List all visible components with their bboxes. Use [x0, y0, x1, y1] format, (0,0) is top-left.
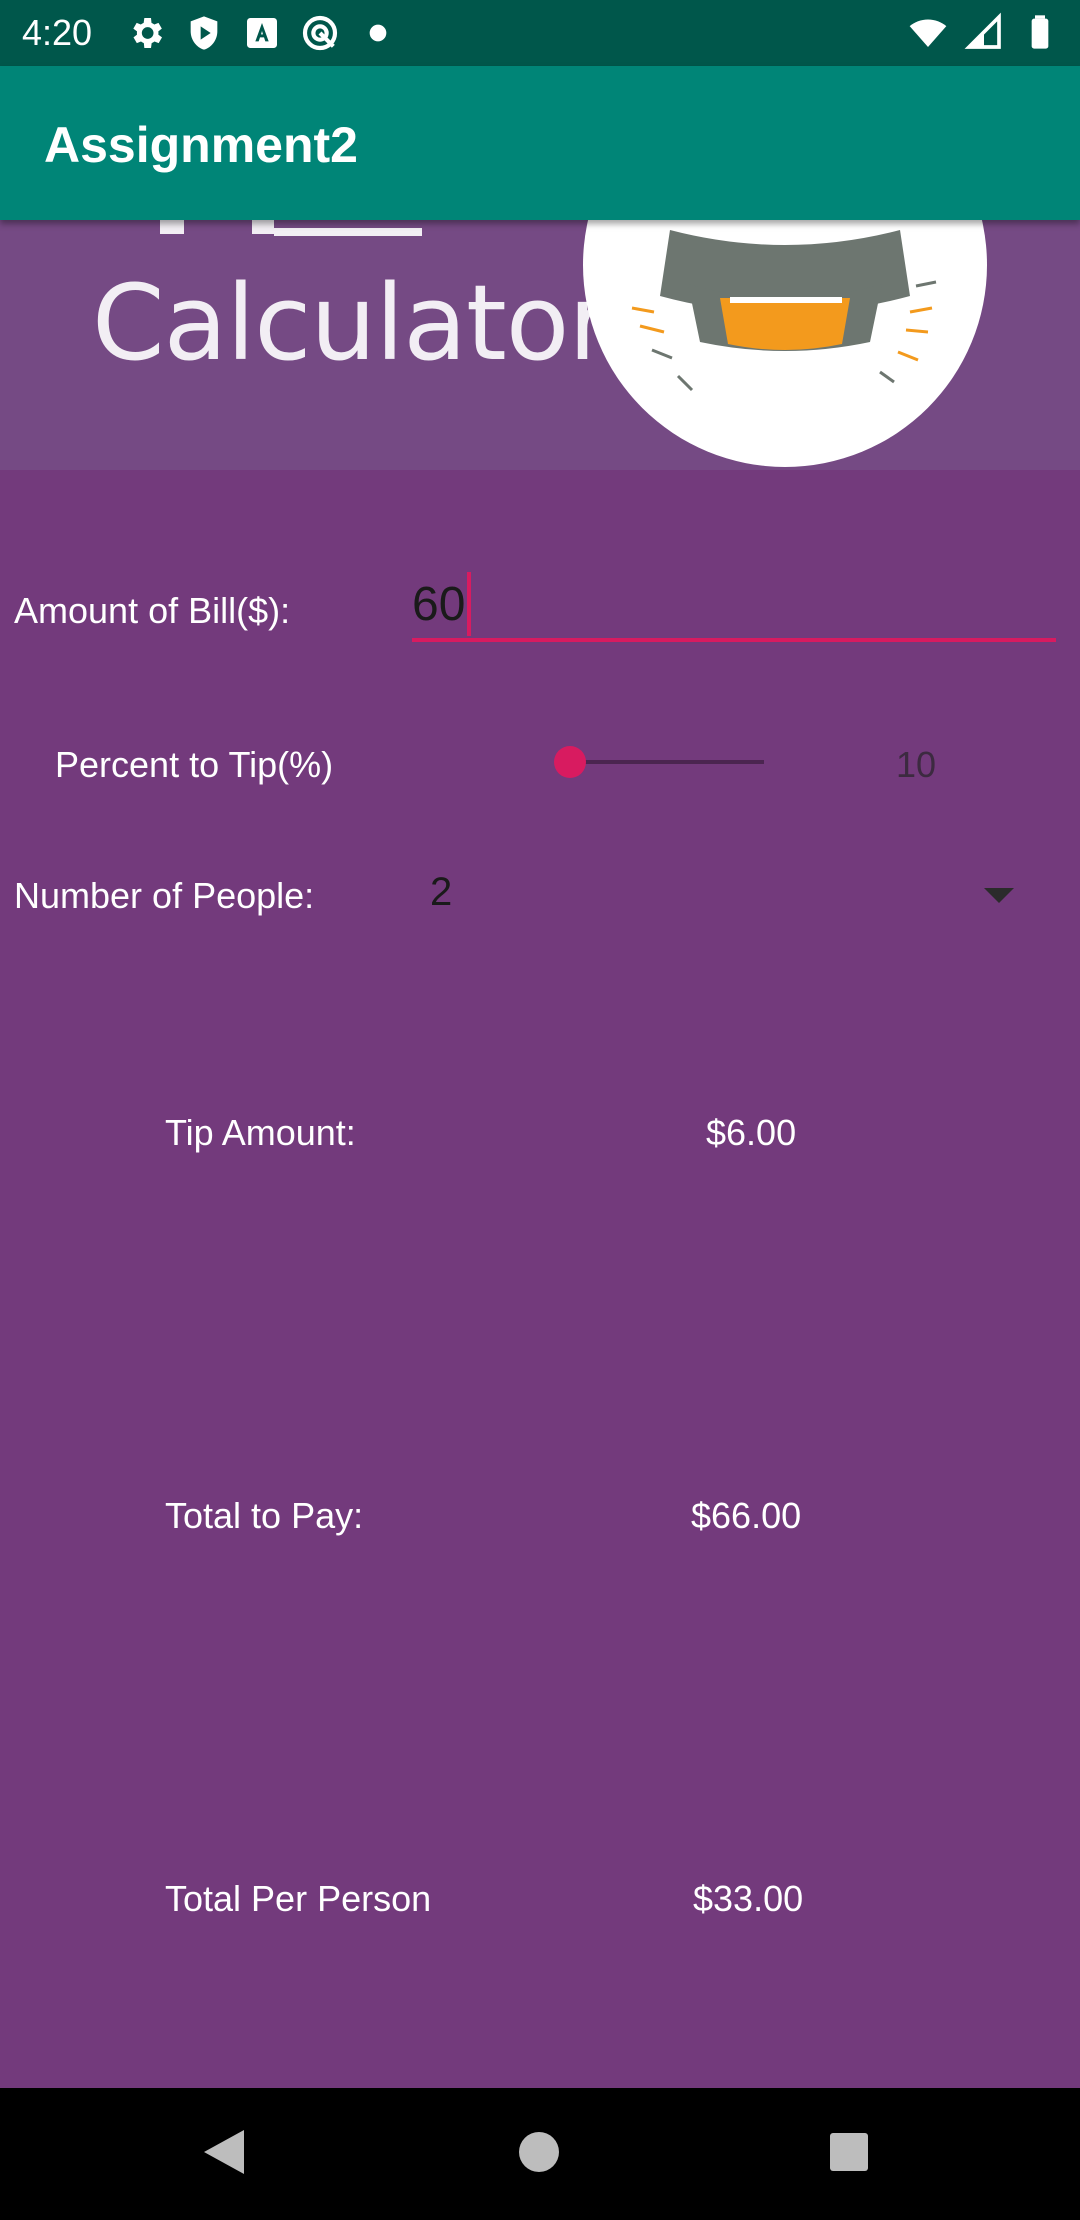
banner-letter-fragment [252, 220, 274, 234]
slider-track [570, 760, 764, 764]
tip-percent-label: Percent to Tip(%) [55, 744, 334, 785]
tip-amount-value: $6.00 [706, 1112, 797, 1153]
tip-amount-label: Tip Amount: [165, 1112, 356, 1153]
status-icons-left [126, 14, 398, 52]
navigation-bar [0, 2088, 1080, 2220]
home-icon[interactable] [519, 2132, 559, 2172]
banner-text: Calculator [92, 262, 611, 384]
app-title: Assignment2 [44, 117, 358, 173]
calculator-logo-icon [583, 220, 987, 467]
app-bar: Assignment2 [0, 66, 1080, 220]
tip-percent-value: 10 [896, 744, 937, 785]
slider-thumb[interactable] [554, 746, 586, 778]
total-label: Total to Pay: [165, 1495, 364, 1536]
per-person-label: Total Per Person [165, 1878, 432, 1919]
status-icons-right [908, 12, 1060, 52]
people-dropdown[interactable]: 2 [414, 860, 1054, 930]
text-cursor [467, 572, 471, 636]
banner-letter-fragment [274, 228, 422, 236]
banner-image: Calculator [0, 220, 1080, 470]
shield-play-icon [190, 16, 218, 50]
target-icon [302, 15, 338, 51]
per-person-value: $33.00 [693, 1878, 804, 1919]
bill-label: Amount of Bill($): [14, 590, 291, 631]
total-value: $66.00 [691, 1495, 802, 1536]
status-time: 4:20 [22, 12, 93, 53]
gear-icon [133, 18, 162, 48]
people-label: Number of People: [14, 875, 315, 916]
status-bar: 4:20 [0, 0, 1080, 66]
bill-amount-input[interactable] [412, 570, 1056, 642]
dot-icon [369, 24, 387, 42]
recents-icon[interactable] [830, 2133, 868, 2171]
chevron-down-icon [984, 888, 1014, 903]
a-box-icon [247, 18, 277, 48]
banner-letter-fragment [160, 220, 184, 234]
battery-icon [1031, 15, 1049, 49]
wifi-icon [909, 19, 947, 47]
back-icon[interactable] [204, 2130, 244, 2174]
people-dropdown-value: 2 [430, 870, 453, 914]
signal-icon [964, 12, 1001, 49]
